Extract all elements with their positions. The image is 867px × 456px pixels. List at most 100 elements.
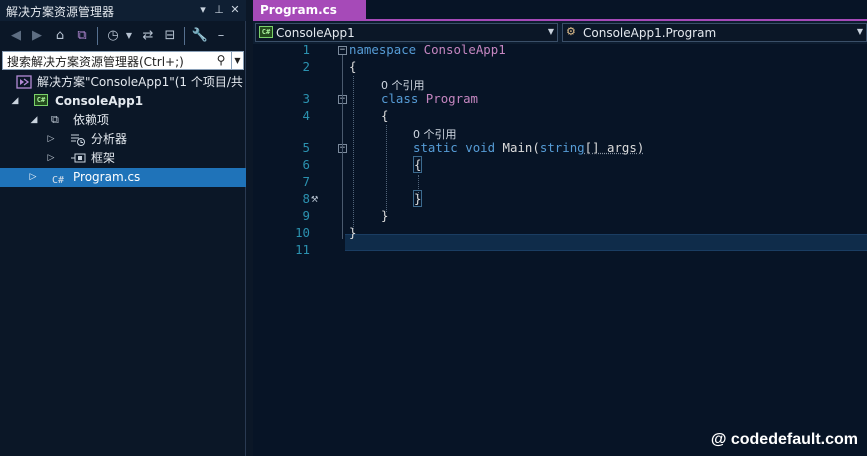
method-name: Main( (502, 140, 540, 155)
code-line-2: { (349, 59, 356, 74)
line-number: 8 (302, 191, 310, 206)
minus-icon[interactable]: – (216, 26, 226, 46)
line-number: 2 (302, 59, 310, 74)
tab-program-cs[interactable]: Program.cs (253, 0, 366, 20)
search-options-dropdown-icon[interactable]: ▼ (231, 52, 243, 69)
chevron-down-icon: ▼ (856, 27, 863, 36)
type-dropdown-value: ConsoleApp1.Program (583, 26, 717, 40)
brace: } (381, 208, 389, 223)
expanded-arrow-icon[interactable]: ◢ (10, 92, 20, 111)
pin-icon[interactable]: ⊥ (212, 2, 226, 18)
code-area[interactable]: 1 2 3 4 5 6 7 8 9 10 11 ⚒ − − − namespac… (253, 42, 867, 272)
parameters: [] args) (584, 140, 645, 155)
line-number: 5 (302, 140, 310, 155)
project-dropdown[interactable]: C# ConsoleApp1 ▼ (255, 23, 558, 42)
line-number: 1 (302, 42, 310, 57)
code-line-3: class Program (381, 91, 478, 106)
line-number: 3 (302, 91, 310, 106)
close-icon[interactable]: ✕ (228, 2, 242, 18)
solution-explorer-titlebar: 解决方案资源管理器 ▾ ⊥ ✕ (0, 0, 246, 21)
indent-guide (353, 76, 354, 229)
fold-line (342, 55, 343, 239)
tree-item-solution[interactable]: 解决方案"ConsoleApp1"(1 个项目/共 1 个) (0, 73, 246, 92)
line-number: 11 (295, 242, 310, 257)
pending-changes-filter-icon[interactable]: ◷ (104, 26, 122, 46)
csharp-file-icon: C# (52, 175, 65, 186)
solution-explorer-search-input[interactable]: 搜索解决方案资源管理器(Ctrl+;) ⚲ ▼ (2, 51, 244, 70)
line-number: 4 (302, 108, 310, 123)
line-number: 10 (295, 225, 310, 240)
dependencies-icon: ⧉ (51, 113, 59, 126)
tree-item-label: 解决方案"ConsoleApp1"(1 个项目/共 1 个) (37, 75, 246, 89)
tree-item-label: 框架 (91, 151, 116, 165)
forward-icon[interactable]: ▶ (29, 26, 45, 46)
line-number: 7 (302, 174, 310, 189)
code-line-5: static void Main(string[] args) (413, 140, 644, 155)
chevron-down-icon: ▼ (547, 27, 554, 36)
collapsed-arrow-icon[interactable]: ▷ (28, 168, 38, 187)
solution-icon (16, 75, 32, 89)
tree-item-label: 分析器 (91, 132, 128, 146)
document-tab-bar: Program.cs (253, 0, 867, 20)
navigation-bar: C# ConsoleApp1 ▼ ⚙ ConsoleApp1.Program ▼ (253, 21, 867, 44)
tree-item-project[interactable]: ◢ C# ConsoleApp1 (0, 92, 246, 111)
toolbar-separator (97, 27, 98, 45)
code-line-9: } (381, 208, 388, 223)
search-icon[interactable]: ⚲ (213, 52, 229, 69)
class-icon: ⚙ (566, 25, 576, 38)
tree-item-frameworks[interactable]: ▷ 框架 (0, 149, 246, 168)
solution-explorer-title: 解决方案资源管理器 (6, 5, 115, 19)
quick-actions-screwdriver-icon[interactable]: ⚒ (311, 191, 318, 205)
code-line-8: } (413, 190, 423, 207)
code-line-10: } (349, 225, 356, 240)
switch-views-icon[interactable]: ⧉ (73, 26, 91, 46)
framework-icon (70, 151, 86, 165)
csharp-project-icon: C# (34, 94, 50, 108)
namespace-name: ConsoleApp1 (423, 42, 506, 57)
csharp-project-icon: C# (259, 26, 273, 38)
chevron-down-icon[interactable]: ▼ (124, 26, 134, 46)
indent-guide (386, 125, 387, 212)
collapsed-arrow-icon[interactable]: ▷ (46, 149, 56, 168)
back-icon[interactable]: ◀ (8, 26, 24, 46)
current-line-highlight (345, 234, 867, 251)
line-number: 6 (302, 157, 310, 172)
code-line-1: namespace ConsoleApp1 (349, 42, 506, 57)
toolbar-separator (184, 27, 185, 45)
code-line-6: { (413, 156, 423, 173)
matched-brace: { (413, 156, 423, 173)
keyword: class (381, 91, 419, 106)
collapse-all-icon[interactable]: ⊟ (161, 26, 179, 46)
watermark: @ codedefault.com (710, 431, 858, 448)
code-line-4: { (381, 108, 388, 123)
brace: { (381, 108, 389, 123)
properties-wrench-icon[interactable]: 🔧 (191, 26, 209, 46)
window-position-dropdown-icon[interactable]: ▾ (196, 2, 210, 18)
tree-item-analyzers[interactable]: ▷ 分析器 (0, 130, 246, 149)
keyword: void (465, 140, 496, 155)
analyzer-icon (70, 132, 86, 146)
type-dropdown[interactable]: ⚙ ConsoleApp1.Program ▼ (562, 23, 867, 42)
line-number: 9 (302, 208, 310, 223)
tree-item-label: Program.cs (73, 170, 141, 184)
solution-explorer-toolbar: ◀ ▶ ⌂ ⧉ ◷ ▼ ⇄ ⊟ 🔧 – (0, 23, 246, 49)
project-dropdown-value: ConsoleApp1 (276, 26, 355, 40)
tree-item-program-cs[interactable]: ▷ C# Program.cs (0, 168, 246, 187)
keyword: string (539, 140, 585, 155)
brace: } (349, 225, 357, 240)
search-placeholder: 搜索解决方案资源管理器(Ctrl+;) (7, 55, 184, 69)
matched-brace: } (413, 190, 423, 207)
sync-with-document-icon[interactable]: ⇄ (139, 26, 157, 46)
solution-explorer-panel: 解决方案资源管理器 ▾ ⊥ ✕ ◀ ▶ ⌂ ⧉ ◷ ▼ ⇄ ⊟ 🔧 – 搜索解决… (0, 0, 246, 456)
home-icon[interactable]: ⌂ (51, 26, 69, 46)
expanded-arrow-icon[interactable]: ◢ (29, 111, 39, 130)
tab-label: Program.cs (260, 3, 337, 17)
collapse-toggle-icon[interactable]: − (338, 46, 347, 55)
class-name: Program (425, 91, 478, 106)
collapsed-arrow-icon[interactable]: ▷ (46, 130, 56, 149)
tree-item-dependencies[interactable]: ◢ ⧉ 依赖项 (0, 111, 246, 130)
tree-item-label: 依赖项 (73, 113, 110, 127)
keyword: namespace (349, 42, 417, 57)
brace: { (349, 59, 357, 74)
keyword: static (413, 140, 458, 155)
